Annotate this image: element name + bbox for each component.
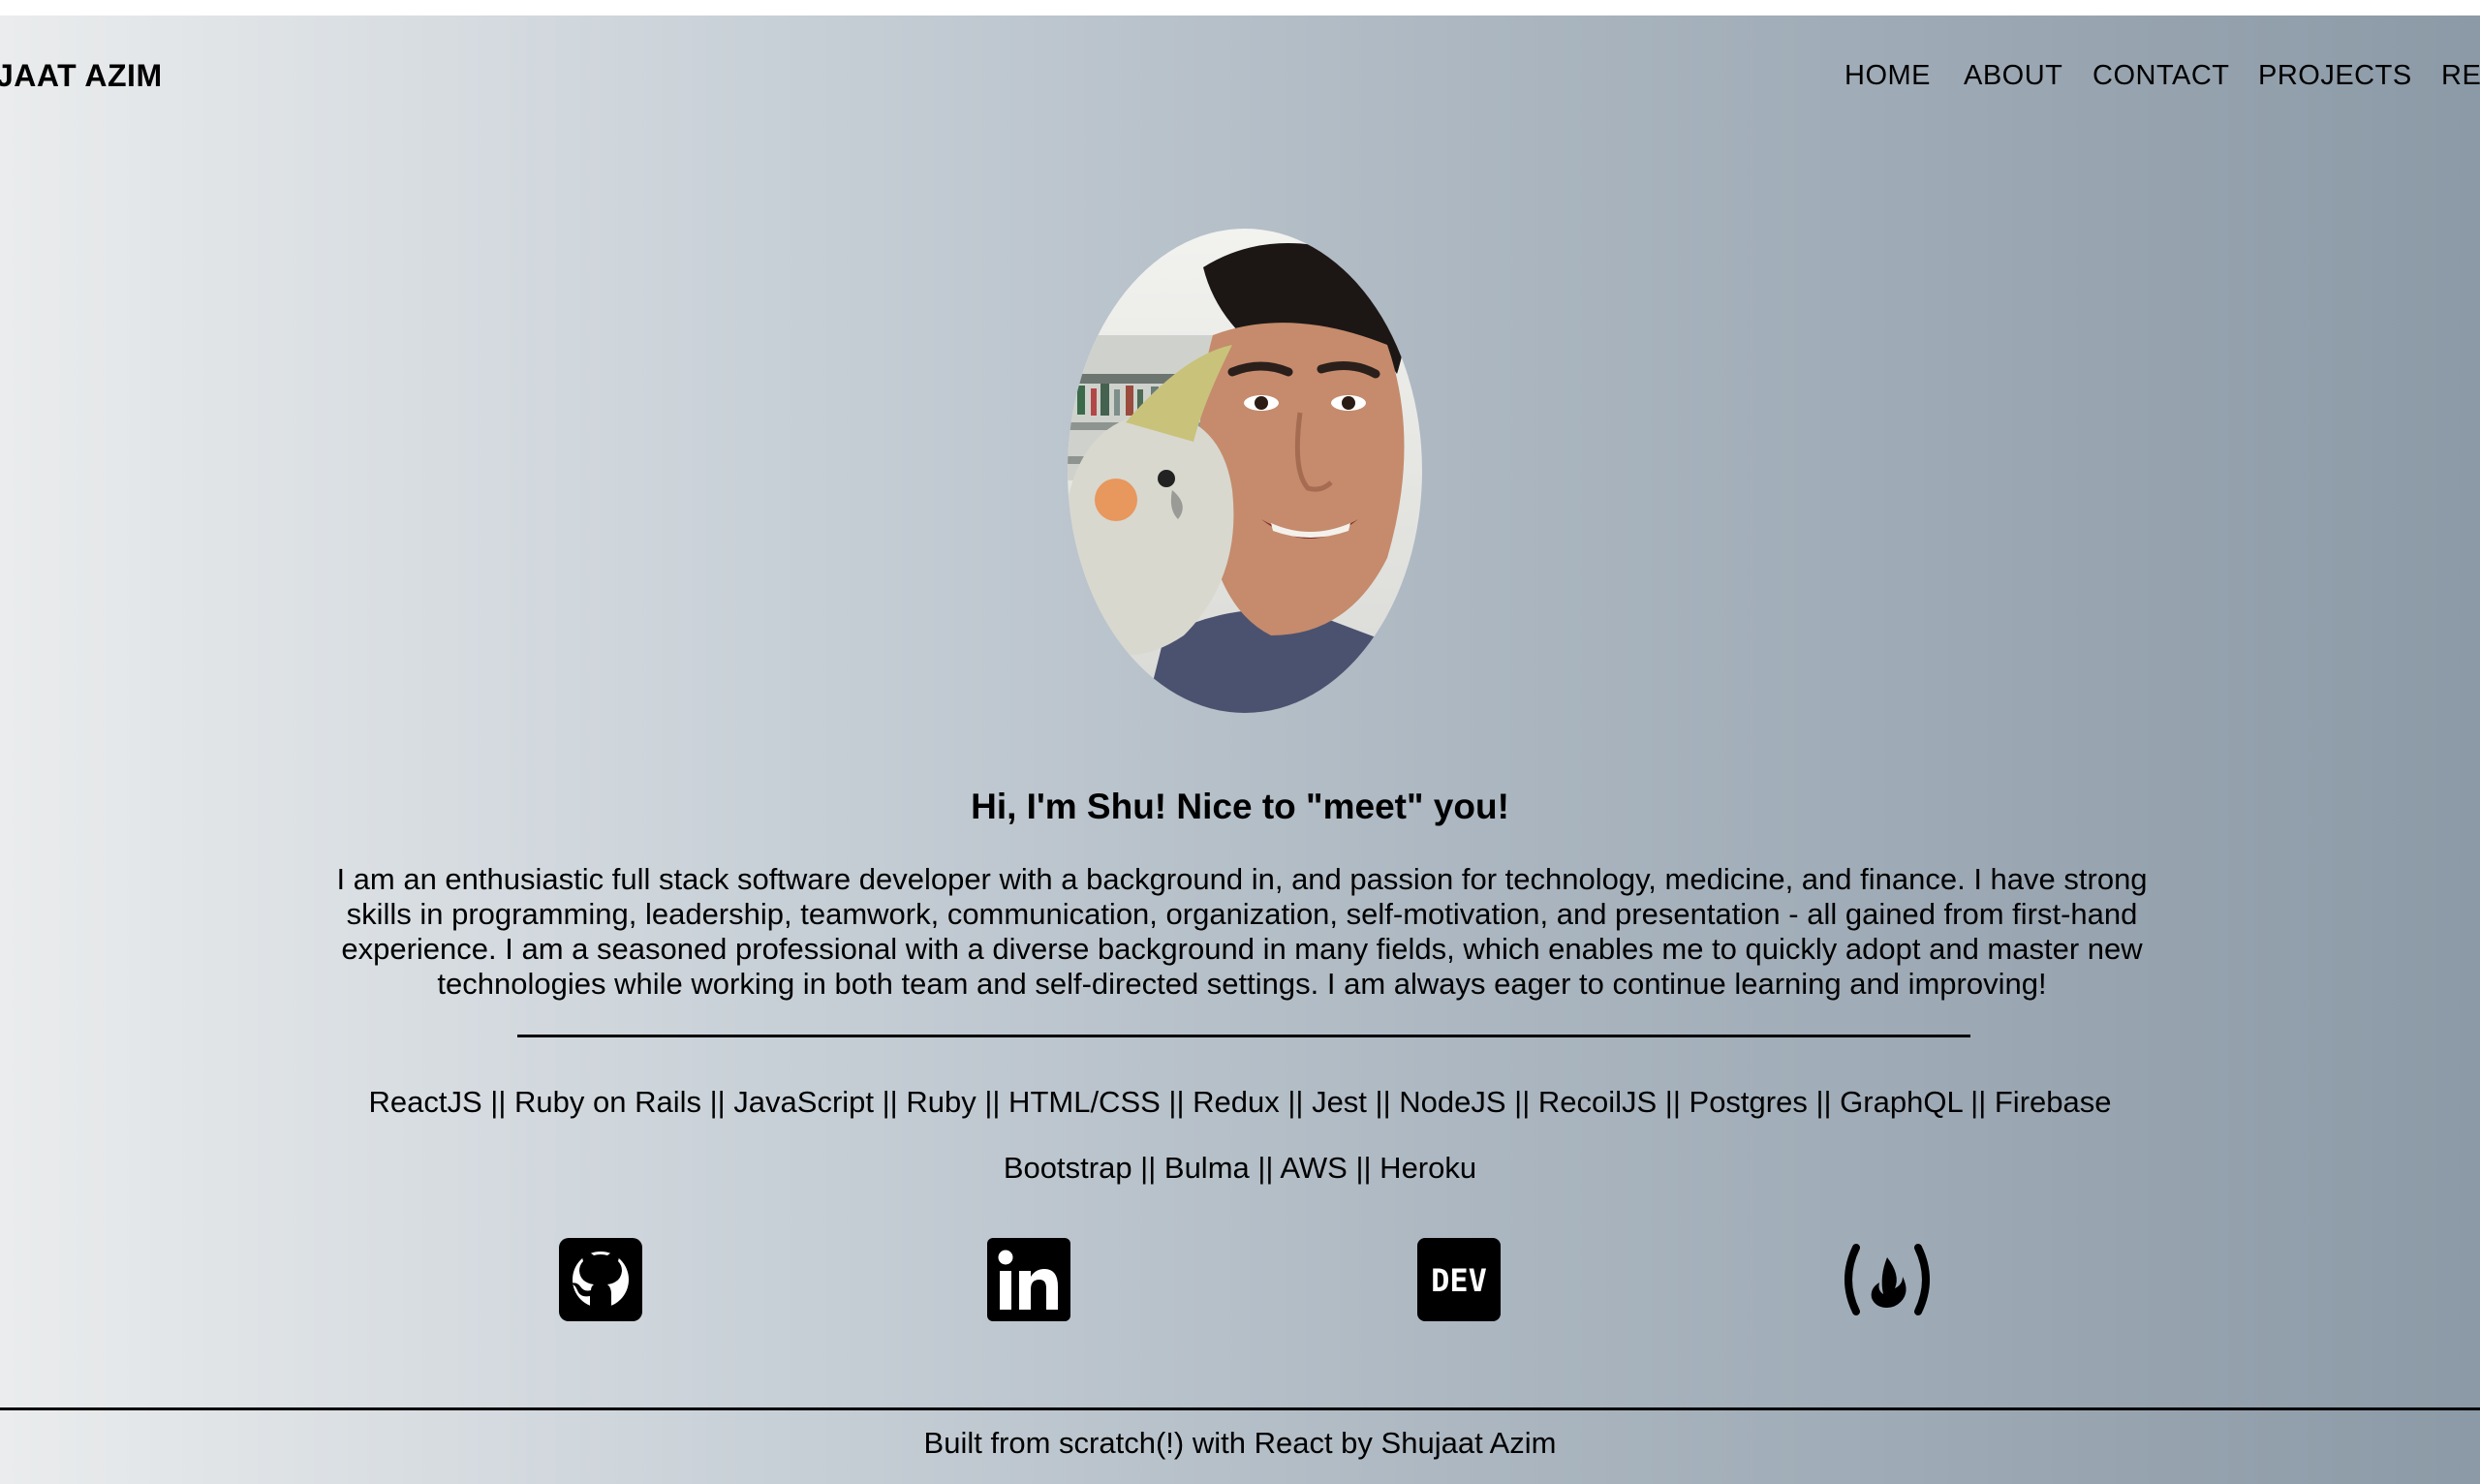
- hero-headline: Hi, I'm Shu! Nice to "meet" you!: [971, 787, 1509, 826]
- nav-home[interactable]: HOME: [1844, 60, 1931, 92]
- dev-link[interactable]: DEV: [1417, 1238, 1501, 1321]
- nav-about[interactable]: ABOUT: [1964, 60, 2062, 92]
- freecodecamp-link[interactable]: [1839, 1238, 1936, 1321]
- github-link[interactable]: [559, 1238, 642, 1321]
- github-icon: [559, 1238, 642, 1321]
- footer-text: Built from scratch(!) with React by Shuj…: [923, 1426, 1557, 1460]
- nav-resume[interactable]: RE: [2441, 60, 2480, 92]
- skills-line-1: ReactJS || Ruby on Rails || JavaScript |…: [368, 1085, 2112, 1119]
- bio-paragraph: I am an enthusiastic full stack software…: [336, 862, 2148, 1001]
- dev-icon: DEV: [1417, 1238, 1501, 1321]
- section-divider: [517, 1035, 1970, 1037]
- profile-photo: [1068, 229, 1422, 713]
- main-nav: HOME ABOUT CONTACT PROJECTS RE: [0, 60, 2480, 108]
- dev-icon-label: DEV: [1431, 1262, 1487, 1299]
- freecodecamp-icon: [1844, 1244, 1930, 1315]
- nav-contact[interactable]: CONTACT: [2092, 60, 2230, 92]
- linkedin-icon: [987, 1238, 1070, 1321]
- nav-projects[interactable]: PROJECTS: [2258, 60, 2412, 92]
- footer-divider: [0, 1407, 2480, 1410]
- skills-line-2: Bootstrap || Bulma || AWS || Heroku: [1003, 1151, 1477, 1185]
- page-background: JAAT AZIM HOME ABOUT CONTACT PROJECTS RE: [0, 15, 2480, 1484]
- linkedin-link[interactable]: [987, 1238, 1070, 1321]
- profile-photo-illustration: [1068, 229, 1422, 713]
